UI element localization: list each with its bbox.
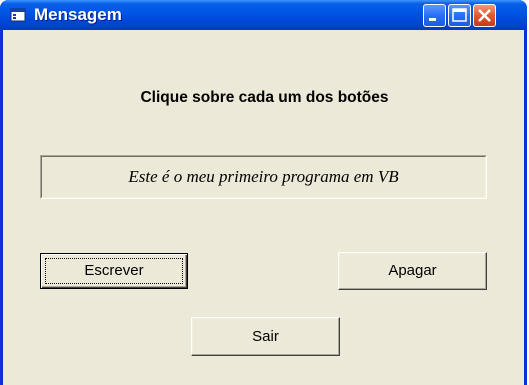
close-button[interactable]: [473, 4, 496, 27]
clear-button-label: Apagar: [388, 262, 437, 279]
message-textbox[interactable]: Este é o meu primeiro programa em VB: [40, 155, 487, 199]
exit-button-label: Sair: [252, 328, 279, 345]
message-text: Este é o meu primeiro programa em VB: [41, 156, 486, 198]
maximize-icon: [452, 8, 467, 22]
title-bar[interactable]: Mensagem: [0, 0, 527, 30]
minimize-icon: [429, 18, 436, 21]
clear-button[interactable]: Apagar: [338, 252, 487, 290]
window-title: Mensagem: [34, 5, 122, 24]
write-button-label: Escrever: [84, 262, 144, 279]
window-border-right: [524, 30, 527, 385]
close-icon: [478, 9, 491, 22]
app-window-icon[interactable]: [10, 7, 26, 23]
minimize-button[interactable]: [423, 4, 446, 27]
exit-button[interactable]: Sair: [191, 317, 340, 356]
instruction-label: Clique sobre cada um dos botões: [140, 89, 389, 106]
write-button[interactable]: Escrever: [40, 253, 188, 289]
maximize-button[interactable]: [448, 4, 471, 27]
